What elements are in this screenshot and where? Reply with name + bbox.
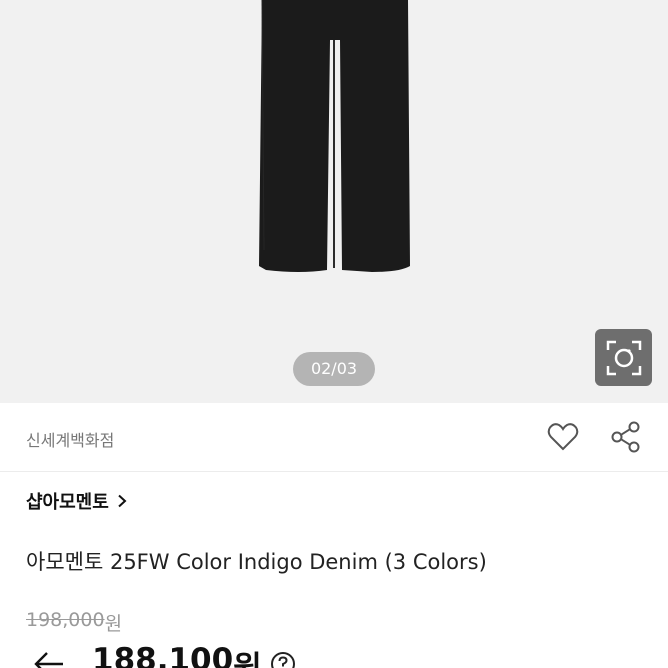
chevron-right-icon (118, 494, 127, 508)
store-name: 신세계백화점 (26, 431, 115, 450)
image-search-icon (606, 340, 641, 375)
brand-link[interactable]: 샵아모멘토 (26, 488, 129, 514)
question-circle-icon[interactable] (270, 651, 296, 668)
original-price-value: 198,000 (26, 609, 105, 631)
heart-icon[interactable] (546, 420, 580, 454)
sale-price-row: 188,100 원 (24, 642, 296, 668)
product-image-gallery[interactable]: 02/03 (0, 0, 668, 403)
back-button[interactable] (24, 644, 74, 668)
original-price: 198,000 원 (26, 609, 122, 636)
brand-name[interactable]: 샵아모멘토 (26, 488, 109, 514)
sale-price-value: 188,100 (92, 641, 234, 668)
share-icon[interactable] (610, 420, 642, 454)
product-title: 아모멘토 25FW Color Indigo Denim (3 Colors) (26, 550, 487, 574)
image-search-button[interactable] (595, 329, 652, 386)
image-pager: 02/03 (293, 352, 375, 386)
arrow-left-icon (34, 652, 63, 668)
sale-price-unit: 원 (233, 649, 262, 668)
sale-price: 188,100 원 (92, 642, 262, 668)
original-price-unit: 원 (104, 613, 123, 635)
product-image (259, 0, 410, 272)
